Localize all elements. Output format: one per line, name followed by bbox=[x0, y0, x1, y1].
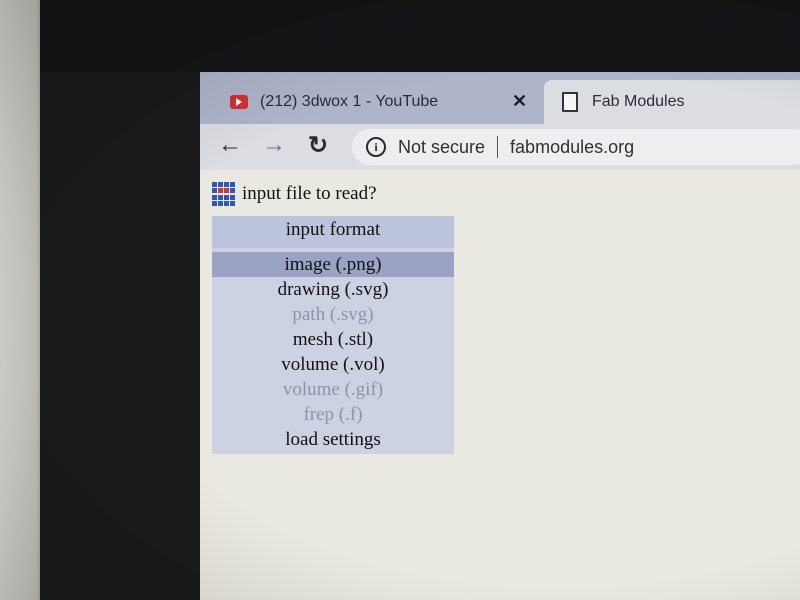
close-icon[interactable]: ✕ bbox=[512, 91, 527, 112]
menu-list: image (.png) drawing (.svg) path (.svg) … bbox=[212, 252, 454, 452]
security-label[interactable]: Not secure bbox=[398, 137, 485, 158]
info-icon[interactable]: i bbox=[366, 137, 386, 157]
page-header: input file to read? bbox=[212, 182, 377, 206]
menu-item-path-svg: path (.svg) bbox=[292, 304, 374, 325]
url-text[interactable]: fabmodules.org bbox=[510, 137, 634, 158]
back-arrow-icon[interactable]: ← bbox=[218, 131, 242, 159]
monitor-bezel-top bbox=[40, 0, 800, 72]
browser-window: (212) 3dwox 1 - YouTube ✕ Fab Modules ← … bbox=[200, 72, 800, 600]
menu-item-drawing-svg[interactable]: drawing (.svg) bbox=[212, 277, 454, 302]
input-format-menu: input format image (.png) drawing (.svg)… bbox=[212, 216, 454, 454]
tab-youtube[interactable]: (212) 3dwox 1 - YouTube ✕ bbox=[200, 80, 540, 124]
fab-modules-logo-icon bbox=[212, 182, 236, 206]
menu-item-frep-f: frep (.f) bbox=[303, 404, 363, 425]
menu-item-image-png[interactable]: image (.png) bbox=[212, 252, 454, 277]
menu-item-load-settings[interactable]: load settings bbox=[212, 427, 454, 452]
tab-strip: (212) 3dwox 1 - YouTube ✕ Fab Modules bbox=[200, 72, 800, 124]
menu-item-volume-vol[interactable]: volume (.vol) bbox=[212, 352, 454, 377]
page-content: input file to read? input format image (… bbox=[200, 170, 800, 600]
tab-title: Fab Modules bbox=[592, 93, 685, 110]
tab-fab-modules[interactable]: Fab Modules bbox=[544, 80, 800, 124]
page-prompt: input file to read? bbox=[242, 183, 377, 204]
address-bar[interactable]: i Not secure fabmodules.org bbox=[352, 129, 800, 165]
browser-toolbar: ← → ↻ i Not secure fabmodules.org bbox=[200, 124, 800, 170]
reload-icon[interactable]: ↻ bbox=[308, 131, 328, 160]
menu-header: input format bbox=[212, 216, 454, 248]
menu-item-volume-gif: volume (.gif) bbox=[282, 379, 384, 400]
tab-title: (212) 3dwox 1 - YouTube bbox=[260, 93, 439, 110]
divider bbox=[497, 136, 499, 158]
document-icon bbox=[562, 92, 578, 112]
forward-arrow-icon[interactable]: → bbox=[262, 131, 286, 159]
youtube-icon bbox=[230, 95, 248, 109]
menu-item-mesh-stl[interactable]: mesh (.stl) bbox=[212, 327, 454, 352]
